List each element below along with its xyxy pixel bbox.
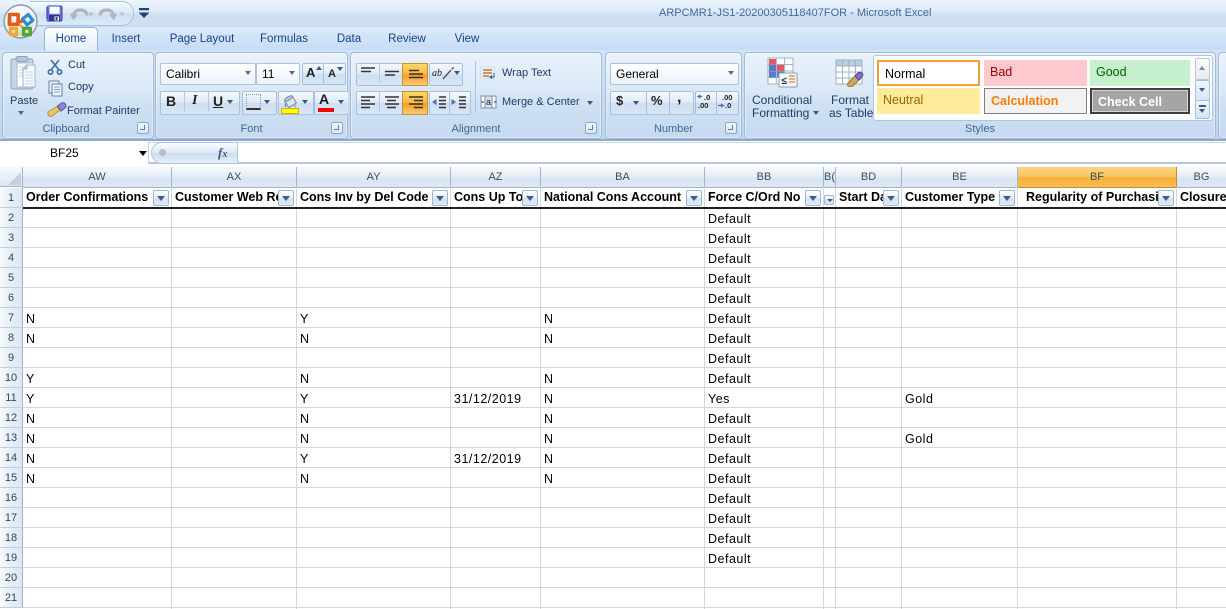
svg-text:.0: .0 [725,101,731,110]
svg-text:a: a [486,97,491,107]
svg-text:≤: ≤ [782,76,788,87]
svg-text:.00: .00 [698,101,708,110]
svg-text:ab: ab [432,68,442,79]
